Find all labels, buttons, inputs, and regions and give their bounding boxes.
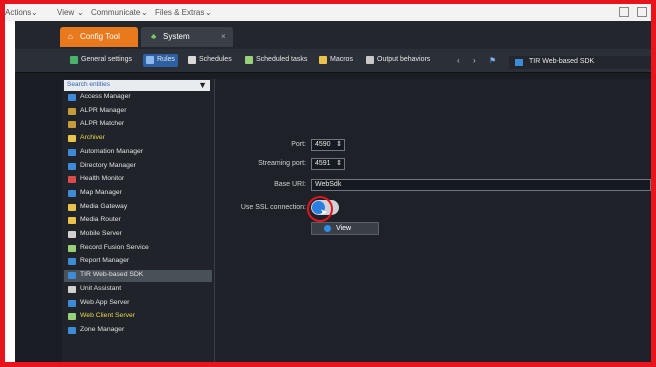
highlight-frame (0, 0, 656, 367)
